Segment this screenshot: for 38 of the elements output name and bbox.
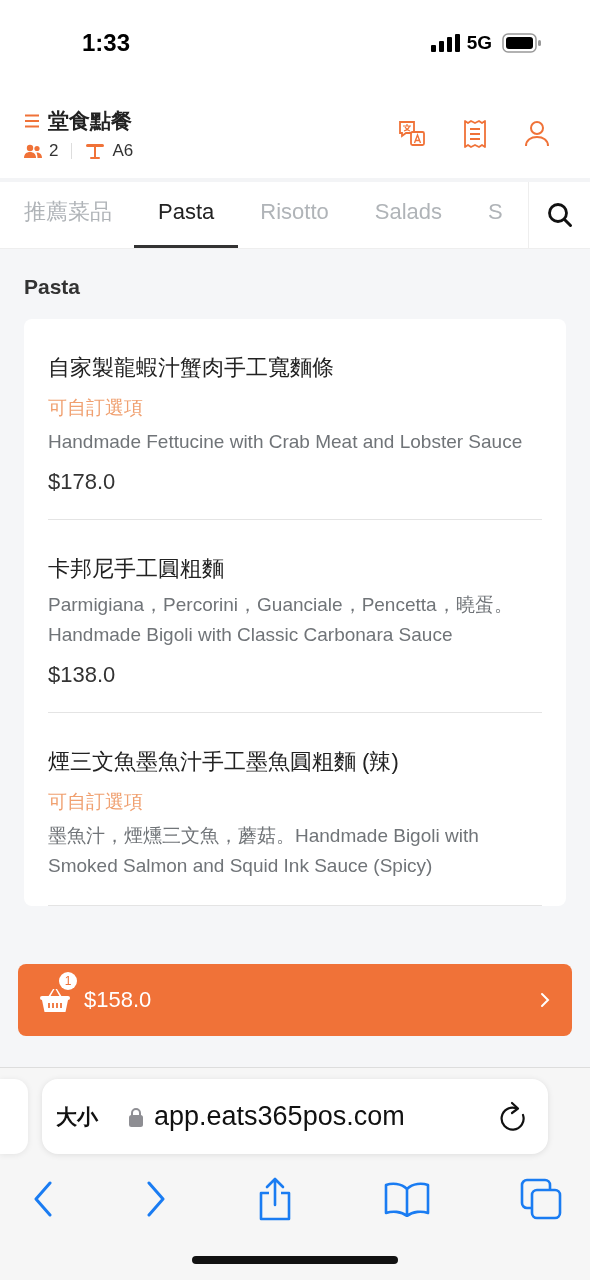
customizable-label: 可自訂選項 bbox=[48, 790, 144, 814]
tabs-icon[interactable] bbox=[520, 1178, 562, 1220]
text-size-button[interactable]: 大小 bbox=[56, 1102, 98, 1131]
user-icon[interactable] bbox=[524, 120, 550, 148]
cart-total: $158.0 bbox=[84, 987, 153, 1013]
dish-name[interactable]: 煙三文魚墨魚汁手工墨魚圓粗麵 (辣) bbox=[48, 747, 542, 777]
address-bar[interactable]: 大小 app.eats365pos.com bbox=[42, 1079, 548, 1154]
customizable-label: 可自訂選項 bbox=[48, 396, 144, 420]
table-number: A6 bbox=[112, 141, 134, 161]
cart-count-badge: 1 bbox=[59, 972, 77, 990]
chevron-right-icon bbox=[540, 992, 550, 1008]
network-label: 5G bbox=[466, 32, 492, 54]
dish-price: $138.0 bbox=[48, 662, 117, 688]
menu-icon[interactable] bbox=[24, 114, 40, 128]
section-heading: Pasta bbox=[24, 274, 82, 300]
clock-time: 1:33 bbox=[82, 29, 131, 57]
table-icon bbox=[85, 143, 106, 159]
dish-name[interactable]: 卡邦尼手工圓粗麵 bbox=[48, 554, 542, 584]
dish-price: $178.0 bbox=[48, 469, 117, 495]
share-icon[interactable] bbox=[257, 1177, 293, 1221]
receipt-icon[interactable] bbox=[462, 120, 488, 148]
lock-icon bbox=[128, 1106, 144, 1127]
dish-description: Parmigiana，Percorini，Guanciale，Pencetta，曉蛋。 Handmade Bigoli with Classic Carbonara Sauce bbox=[48, 593, 514, 647]
translate-icon[interactable] bbox=[398, 120, 426, 148]
basket-icon bbox=[40, 987, 70, 1013]
page-title: 堂食點餐 bbox=[48, 108, 132, 134]
dish-description: Handmade Fettucine with Crab Meat and Lobster Sauce bbox=[48, 430, 524, 454]
signal-icon bbox=[430, 34, 461, 52]
battery-icon bbox=[502, 33, 542, 53]
url-text: app.eats365pos.com bbox=[154, 1101, 406, 1132]
dish-description: 墨魚汁，煙燻三文魚，蘑菇。Handmade Bigoli with Smoked Salmon and Squid Ink Sauce (Spicy) bbox=[48, 824, 480, 878]
search-icon[interactable] bbox=[546, 202, 573, 228]
reload-icon[interactable] bbox=[498, 1100, 528, 1133]
book-icon[interactable] bbox=[383, 1181, 430, 1217]
guest-count: 2 bbox=[49, 141, 59, 161]
people-icon bbox=[24, 144, 42, 158]
back-icon[interactable] bbox=[32, 1181, 54, 1217]
dish-name[interactable]: 自家製龍蝦汁蟹肉手工寬麵條 bbox=[48, 353, 542, 383]
